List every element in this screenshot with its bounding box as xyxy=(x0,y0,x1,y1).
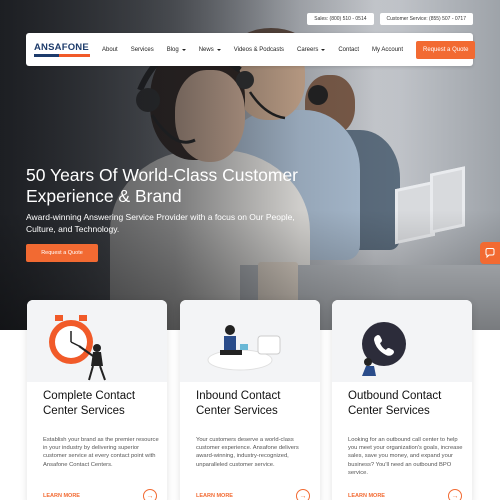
clock-illustration-icon xyxy=(49,315,106,381)
chevron-down-icon xyxy=(181,48,186,51)
card-title: Outbound Contact Center Services xyxy=(348,390,442,417)
learn-more-link[interactable]: LEARN MORE xyxy=(196,493,233,499)
arrow-right-icon[interactable]: → xyxy=(143,489,157,500)
nav-menu: About Services Blog News Videos & Podcas… xyxy=(102,47,416,53)
card-illustration-bg xyxy=(180,300,320,382)
card-description: Your customers deserve a world-class cus… xyxy=(196,437,299,468)
nav-item-my-account[interactable]: My Account xyxy=(372,47,403,53)
nav-item-contact[interactable]: Contact xyxy=(338,47,359,53)
nav-item-services[interactable]: Services xyxy=(131,47,154,53)
hero-title: 50 Years Of World-Class Customer Experie… xyxy=(26,165,299,206)
desk-agent-illustration-icon xyxy=(207,325,281,371)
arrow-right-icon[interactable]: → xyxy=(448,489,462,500)
service-phone-link[interactable]: Customer Service: (855) 507 - 0717 xyxy=(379,13,473,25)
learn-more-link[interactable]: LEARN MORE xyxy=(348,493,385,499)
chevron-down-icon xyxy=(321,48,326,51)
hero-subtitle: Award-winning Answering Service Provider… xyxy=(26,212,295,234)
logo-text: ANSAFONE xyxy=(34,42,89,53)
chat-button[interactable] xyxy=(480,242,500,264)
phone-illustration-icon xyxy=(362,322,406,376)
service-card-inbound[interactable]: Inbound Contact Center Services Your cus… xyxy=(180,300,320,500)
card-illustration-bg xyxy=(27,300,167,382)
nav-item-videos-podcasts[interactable]: Videos & Podcasts xyxy=(234,47,284,53)
hero-request-quote-button[interactable]: Request a Quote xyxy=(26,244,98,262)
sales-phone-link[interactable]: Sales: (800) 510 - 0514 xyxy=(307,13,374,25)
card-description: Establish your brand as the premier reso… xyxy=(43,437,159,468)
card-illustration-bg xyxy=(332,300,472,382)
arrow-right-icon[interactable]: → xyxy=(296,489,310,500)
nav-item-news[interactable]: News xyxy=(199,47,221,53)
chevron-down-icon xyxy=(216,48,221,51)
logo-underline xyxy=(34,54,90,57)
learn-more-link[interactable]: LEARN MORE xyxy=(43,493,80,499)
main-navbar: ANSAFONE About Services Blog News Videos… xyxy=(26,33,476,66)
nav-item-careers[interactable]: Careers xyxy=(297,47,326,53)
service-card-complete[interactable]: Complete Contact Center Services Establi… xyxy=(27,300,167,500)
card-title: Complete Contact Center Services xyxy=(43,390,136,417)
nav-item-about[interactable]: About xyxy=(102,47,118,53)
contact-bar: Sales: (800) 510 - 0514 Customer Service… xyxy=(307,13,473,25)
card-description: Looking for an outbound call center to h… xyxy=(348,437,463,476)
service-card-outbound[interactable]: Outbound Contact Center Services Looking… xyxy=(332,300,472,500)
card-title: Inbound Contact Center Services xyxy=(196,390,281,417)
logo[interactable]: ANSAFONE xyxy=(34,42,90,57)
chat-bubble-icon xyxy=(485,248,495,259)
nav-request-quote-button[interactable]: Request a Quote xyxy=(416,40,476,59)
nav-item-blog[interactable]: Blog xyxy=(167,47,186,53)
